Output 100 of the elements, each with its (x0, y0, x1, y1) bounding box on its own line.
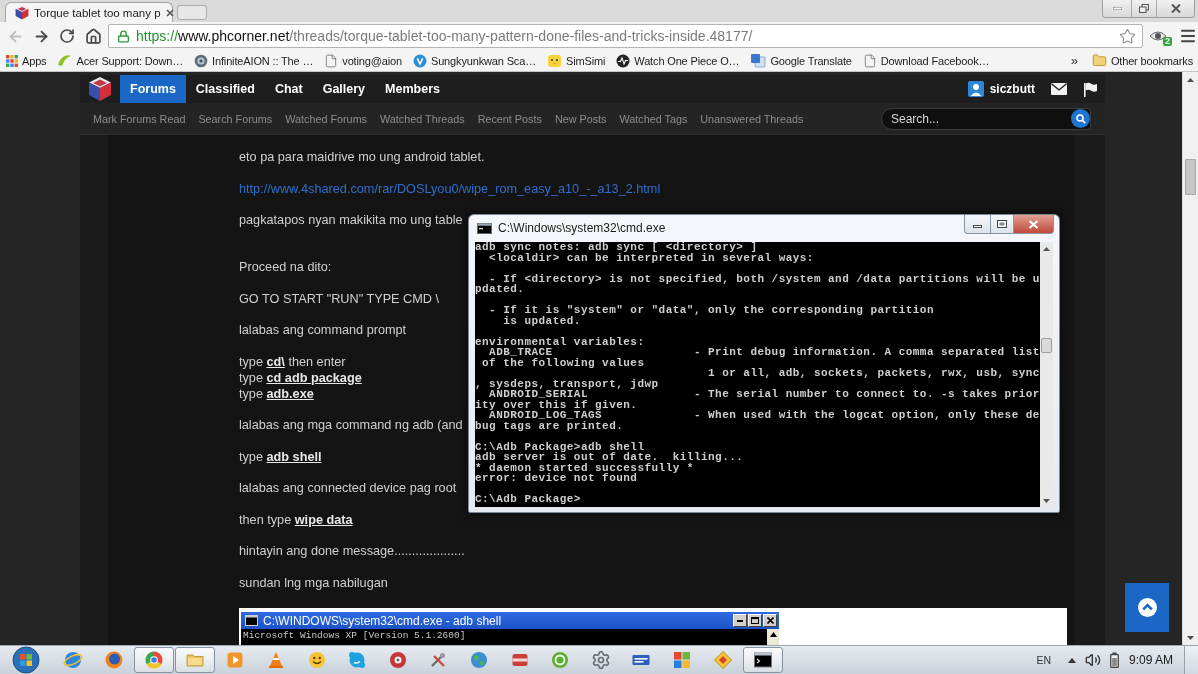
bookmark-item[interactable]: voting@aion (321, 50, 405, 71)
console-line: ity over this if given. (475, 399, 639, 410)
post-text: hintayin ang done message.................... (239, 543, 465, 559)
console-line: Microsoft Windows XP [Version 5.1.2600] (243, 631, 467, 641)
disc-icon (387, 650, 408, 670)
battery-icon[interactable] (1109, 652, 1119, 668)
console-line: adb server is out of date. killing... (475, 452, 745, 463)
minimize-button[interactable] (964, 215, 991, 234)
user-menu-link[interactable]: siczbutt (967, 81, 1035, 97)
bookmark-item[interactable]: SimSimi (544, 50, 609, 71)
instruction-text: then type wipe data (239, 511, 353, 528)
window-title: C:\Windows\system32\cmd.exe (498, 221, 666, 235)
folder-icon (1091, 53, 1107, 68)
smiley-icon (306, 650, 327, 670)
subnav-link[interactable]: Watched Forums (285, 112, 368, 125)
restore-icon (1139, 4, 1149, 13)
gear-icon (590, 650, 611, 670)
flag-icon[interactable] (1083, 81, 1098, 97)
subnav-link[interactable]: Watched Tags (619, 112, 688, 125)
bookmark-item[interactable]: Download Facebook… (859, 50, 993, 71)
translate-tiles-icon (750, 53, 767, 68)
nav-tab[interactable]: Gallery (312, 75, 376, 103)
site-logo[interactable] (88, 76, 112, 102)
post-text: lalabas ang command prompt (239, 322, 407, 338)
bookmark-folder[interactable]: Other bookmarks (1088, 50, 1196, 71)
subnav-link[interactable]: Unanswered Threads (700, 112, 804, 125)
nav-tab[interactable]: Forums (120, 75, 186, 103)
bookmark-item[interactable]: Apps (3, 50, 50, 71)
scroll-down-icon[interactable] (1187, 636, 1194, 640)
bookmark-item[interactable]: Sungkyunkwan Sca… (409, 50, 540, 71)
earth-icon (468, 650, 489, 670)
subnav-link[interactable]: Recent Posts (477, 112, 542, 125)
chevron-up-icon[interactable] (1067, 657, 1076, 663)
bookmarks-overflow-button[interactable]: » (1064, 53, 1084, 68)
scroll-up-icon[interactable] (1043, 247, 1050, 251)
menu-button[interactable] (1179, 27, 1197, 45)
console-line: environmental variables: (475, 336, 646, 347)
restore-button[interactable] (1131, 0, 1156, 17)
play-icon (225, 650, 246, 670)
bullseye-icon (103, 650, 124, 670)
chevron-circle-icon (1137, 598, 1157, 617)
subnav-link[interactable]: Search Forums (198, 112, 273, 125)
bookmark-item[interactable]: Watch One Piece O… (613, 50, 743, 71)
scrollbar-thumb[interactable] (1185, 159, 1196, 195)
browser-tab[interactable]: Torque tablet too many p (5, 2, 173, 22)
subnav-link[interactable]: New Posts (554, 112, 607, 125)
bookmark-item[interactable]: Acer Support: Down… (54, 50, 187, 71)
window-title: C:\WINDOWS\system32\cmd.exe - adb shell (263, 613, 502, 628)
chevron-circle-icon (412, 53, 427, 68)
scrollbar-thumb[interactable] (1041, 338, 1052, 353)
console-scrollbar[interactable] (767, 629, 779, 645)
post-text: eto pa para maidrive mo ung android tablet. (239, 149, 485, 165)
tab-close-icon[interactable] (165, 8, 174, 17)
scroll-up-icon[interactable] (769, 632, 777, 637)
console-line: ANDROID_SERIAL - The serial number to connect to. -s takes prior (488, 389, 1040, 400)
bookmark-item[interactable]: InfiniteAION :: The … (191, 50, 317, 71)
nav-tab[interactable]: Chat (264, 75, 313, 103)
scroll-to-top-button[interactable] (1125, 583, 1169, 632)
bookmark-item[interactable]: Google Translate (747, 50, 855, 71)
post-link[interactable]: http://www.4shared.com/rar/DOSLyou0/wipe_rom_easy_a10_-_a13_2.html (239, 180, 661, 197)
taskbar-button[interactable] (743, 647, 784, 673)
eye-icon[interactable] (1149, 30, 1167, 42)
address-field[interactable]: https://www.phcorner.net/threads/torque-tablet-too-many-pattern-done-files-and-tricks-inside.48177/ (108, 24, 1143, 48)
subnav-link[interactable]: Watched Threads (380, 112, 465, 125)
post-text: GO TO START "RUN" TYPE CMD \ (239, 290, 440, 307)
scroll-up-icon[interactable] (1187, 78, 1194, 82)
search-field[interactable]: Search... (881, 107, 1091, 130)
speaker-icon[interactable] (1084, 652, 1101, 668)
apps-grid-icon (6, 54, 18, 67)
orb-icon (12, 646, 40, 674)
console-scrollbar[interactable] (1040, 242, 1053, 507)
post-text: Proceed na dito: (239, 259, 332, 275)
page-icon (862, 53, 877, 68)
lock-icon (117, 29, 130, 43)
close-button[interactable] (1156, 0, 1194, 17)
console-line: adb sync notes: adb sync [ <directory> ] (475, 242, 759, 253)
console-line: - If it is "system" or "data", only the corresponding partition (488, 305, 935, 316)
console-line: C:\Adb Package>adb shell (475, 441, 645, 452)
search-icon (1075, 113, 1086, 124)
console-line: 1 or all, adb, sockets, packets, rwx, usb, sync (707, 368, 1040, 379)
minimize-icon (1112, 7, 1122, 10)
post-text: sundan lng mga nabilugan (239, 574, 388, 591)
mail-icon[interactable] (1051, 83, 1067, 95)
nav-tab[interactable]: Members (375, 75, 450, 103)
bookmark-star-icon[interactable] (1119, 27, 1136, 45)
diamond-icon (712, 650, 733, 670)
console-line: is updated. (502, 315, 581, 326)
user-avatar-icon (967, 81, 984, 97)
language-indicator[interactable]: EN (1036, 654, 1051, 666)
scroll-down-icon[interactable] (1043, 499, 1050, 503)
globe-icon (63, 650, 83, 670)
clock-text[interactable]: 9:09 AM (1128, 653, 1173, 667)
maximize-button[interactable] (990, 215, 1014, 234)
subnav-link[interactable]: Mark Forums Read (93, 112, 186, 125)
page-scrollbar[interactable] (1182, 72, 1198, 645)
console-line: ADB_TRACE - Print debug information. A comma separated list (488, 347, 1040, 358)
instruction-text: type cd\ then enter (239, 353, 347, 370)
reload-icon (59, 28, 75, 44)
nav-tab[interactable]: Classified (185, 75, 265, 103)
close-icon (1170, 4, 1181, 13)
